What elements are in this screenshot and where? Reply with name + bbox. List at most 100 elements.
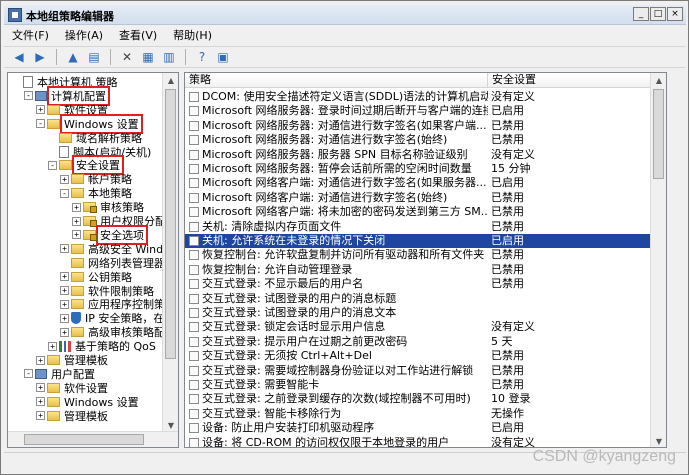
tree-item[interactable]: + 软件设置 xyxy=(36,103,110,117)
forward-icon[interactable]: ▶ xyxy=(31,48,49,66)
tree-item[interactable]: + 帐户策略 xyxy=(60,172,134,186)
tree-item[interactable]: + 管理模板 xyxy=(36,409,110,423)
menu-view[interactable]: 查看(V) xyxy=(119,27,157,43)
tree-item[interactable]: 本地计算机 策略 xyxy=(12,75,120,89)
expand-icon[interactable]: + xyxy=(60,272,69,282)
policy-row[interactable]: 交互式登录: 智能卡移除行为 无操作 xyxy=(185,407,666,421)
expand-icon[interactable]: + xyxy=(36,105,45,115)
expand-icon[interactable]: + xyxy=(60,244,69,254)
minimize-button[interactable]: _ xyxy=(633,7,649,21)
tree-item[interactable]: 网络列表管理器策 xyxy=(60,256,178,270)
close-button[interactable]: × xyxy=(667,7,683,21)
policy-icon xyxy=(189,322,199,333)
tree-pane[interactable]: 本地计算机 策略 - 计算机配置 + 软件设置 - Windows 设置 域名解析策略 脚本(启… xyxy=(7,72,179,448)
policy-row[interactable]: 交互式登录: 提示用户在过期之前更改密码 5 天 xyxy=(185,335,666,349)
show-hide-tree-icon[interactable]: ▤ xyxy=(85,48,103,66)
policy-row[interactable]: 恢复控制台: 允许自动管理登录 已禁用 xyxy=(185,263,666,277)
tree-item[interactable]: 脚本(启动/关机) xyxy=(48,145,153,159)
menu-action[interactable]: 操作(A) xyxy=(65,27,103,43)
menu-help[interactable]: 帮助(H) xyxy=(173,27,212,43)
tree-item[interactable]: + 基于策略的 QoS xyxy=(48,339,158,353)
tree-item[interactable]: 域名解析策略 xyxy=(48,131,144,145)
collapse-icon[interactable]: - xyxy=(36,119,45,129)
up-folder-icon[interactable]: ▲ xyxy=(64,48,82,66)
delete-icon[interactable]: ✕ xyxy=(118,48,136,66)
policy-row[interactable]: Microsoft 网络服务器: 对通信进行数字签名(始终) 已禁用 xyxy=(185,133,666,147)
tree-item[interactable]: + 软件限制策略 xyxy=(60,284,156,298)
policy-row[interactable]: Microsoft 网络服务器: 服务器 SPN 目标名称验证级别 没有定义 xyxy=(185,148,666,162)
expand-icon[interactable]: + xyxy=(60,327,69,337)
policy-row[interactable]: DCOM: 使用安全描述符定义语言(SDDL)语法的计算机启动限制 没有定义 xyxy=(185,90,666,104)
collapse-icon[interactable]: - xyxy=(24,91,33,101)
column-header-setting[interactable]: 安全设置 xyxy=(488,73,652,88)
policy-row[interactable]: 恢复控制台: 允许软盘复制并访问所有驱动器和所有文件夹 已禁用 xyxy=(185,248,666,262)
scroll-up-icon[interactable]: ▲ xyxy=(651,73,666,88)
policy-row[interactable]: Microsoft 网络客户端: 对通信进行数字签名(始终) 已禁用 xyxy=(185,191,666,205)
policy-row[interactable]: 交互式登录: 试图登录的用户的消息标题 xyxy=(185,292,666,306)
tree-horizontal-scrollbar[interactable] xyxy=(8,431,178,447)
tree-item[interactable]: - 本地策略 xyxy=(60,186,134,200)
policy-row[interactable]: Microsoft 网络服务器: 对通信进行数字签名(如果客户端... 已禁用 xyxy=(185,119,666,133)
policy-row[interactable]: Microsoft 网络服务器: 暂停会话前所需的空闲时间数量 15 分钟 xyxy=(185,162,666,176)
tree-item[interactable]: + 应用程序控制策略 xyxy=(60,297,178,311)
tree-item[interactable]: - Windows 设置 xyxy=(36,113,143,134)
collapse-icon[interactable]: - xyxy=(24,369,33,379)
tree-item[interactable]: + 公钥策略 xyxy=(60,270,134,284)
tree-item[interactable]: + Windows 设置 xyxy=(36,395,141,409)
export-list-icon[interactable]: ▥ xyxy=(160,48,178,66)
policy-row[interactable]: 设备: 将 CD-ROM 的访问权仅限于本地登录的用户 没有定义 xyxy=(185,436,666,447)
policy-row[interactable]: 交互式登录: 之前登录到缓存的次数(域控制器不可用时) 10 登录 xyxy=(185,392,666,406)
help-icon[interactable]: ? xyxy=(193,48,211,66)
tree-item[interactable]: - 安全设置 xyxy=(48,155,124,176)
console-icon[interactable]: ▣ xyxy=(214,48,232,66)
expand-icon[interactable]: + xyxy=(36,355,45,365)
scroll-up-icon[interactable]: ▲ xyxy=(163,73,178,88)
policy-row[interactable]: 交互式登录: 锁定会话时显示用户信息 没有定义 xyxy=(185,320,666,334)
tree-item[interactable]: + 安全选项 xyxy=(72,224,148,245)
policy-row[interactable]: 关机: 允许系统在未登录的情况下关闭 已启用 xyxy=(185,234,666,248)
policy-row[interactable]: 交互式登录: 不显示最后的用户名 已禁用 xyxy=(185,277,666,291)
scroll-thumb[interactable] xyxy=(165,89,176,359)
menu-file[interactable]: 文件(F) xyxy=(12,27,49,43)
policy-row[interactable]: Microsoft 网络服务器: 登录时间过期后断开与客户端的连接 已启用 xyxy=(185,104,666,118)
expand-icon[interactable]: + xyxy=(72,216,81,226)
tree-item[interactable]: + 审核策略 xyxy=(72,200,146,214)
expand-icon[interactable]: + xyxy=(60,299,69,309)
expand-icon[interactable]: + xyxy=(60,286,69,295)
policy-row[interactable]: 交互式登录: 需要域控制器身份验证以对工作站进行解锁 已禁用 xyxy=(185,364,666,378)
expand-icon[interactable]: + xyxy=(36,397,45,407)
properties-icon[interactable]: ▦ xyxy=(139,48,157,66)
tree-item[interactable]: + 高级审核策略配置 xyxy=(60,325,178,339)
scroll-down-icon[interactable]: ▼ xyxy=(651,434,666,447)
tree-vertical-scrollbar[interactable]: ▲ ▼ xyxy=(162,73,178,433)
expand-icon[interactable]: + xyxy=(36,383,45,393)
collapse-icon[interactable]: - xyxy=(48,160,57,170)
list-vertical-scrollbar[interactable]: ▲ ▼ xyxy=(650,73,666,447)
collapse-icon[interactable]: - xyxy=(60,188,69,198)
expand-icon[interactable]: + xyxy=(60,313,69,323)
tree-item[interactable]: + 管理模板 xyxy=(36,353,110,367)
maximize-button[interactable]: □ xyxy=(650,7,666,21)
column-header-policy[interactable]: 策略 xyxy=(185,73,488,88)
tree-item[interactable]: + 软件设置 xyxy=(36,381,110,395)
expand-icon[interactable]: + xyxy=(60,174,69,184)
policy-row[interactable]: 关机: 清除虚拟内存页面文件 已禁用 xyxy=(185,220,666,234)
back-icon[interactable]: ◀ xyxy=(10,48,28,66)
policy-row[interactable]: 设备: 防止用户安装打印机驱动程序 已启用 xyxy=(185,421,666,435)
tree-item[interactable]: + 用户权限分配 xyxy=(72,214,168,228)
expand-icon[interactable]: + xyxy=(72,230,81,240)
expand-icon[interactable]: + xyxy=(36,411,45,421)
policy-row[interactable]: Microsoft 网络客户端: 对通信进行数字签名(如果服务器... 已启用 xyxy=(185,176,666,190)
policy-row[interactable]: 交互式登录: 需要智能卡 已禁用 xyxy=(185,378,666,392)
policy-row[interactable]: Microsoft 网络客户端: 将未加密的密码发送到第三方 SM... 已禁用 xyxy=(185,205,666,219)
scroll-thumb[interactable] xyxy=(24,434,144,445)
tree-item[interactable]: - 用户配置 xyxy=(24,367,97,381)
tree-item[interactable]: - 计算机配置 xyxy=(24,85,110,106)
tree-item[interactable]: + IP 安全策略，在 xyxy=(60,311,166,325)
scroll-thumb[interactable] xyxy=(653,89,664,179)
expand-icon[interactable]: + xyxy=(72,202,81,212)
expand-icon[interactable]: + xyxy=(48,341,57,351)
policy-list-pane[interactable]: 策略 安全设置 DCOM: 使用安全描述符定义语言(SDDL)语法的计算机启动限… xyxy=(184,72,667,448)
policy-row[interactable]: 交互式登录: 试图登录的用户的消息文本 xyxy=(185,306,666,320)
policy-row[interactable]: 交互式登录: 无须按 Ctrl+Alt+Del 已禁用 xyxy=(185,349,666,363)
